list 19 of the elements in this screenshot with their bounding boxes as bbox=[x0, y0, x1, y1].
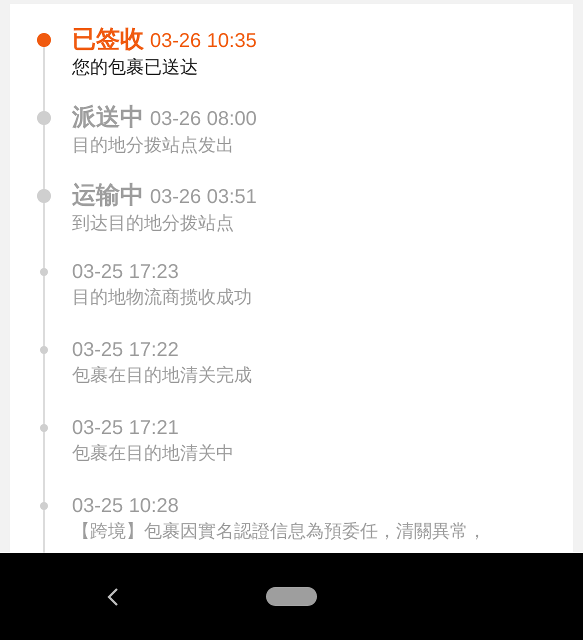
event-status: 派送中 bbox=[72, 103, 144, 133]
event-status: 运输中 bbox=[72, 181, 144, 211]
event-description: 包裹在目的地清关中 bbox=[72, 442, 235, 465]
event-description: 您的包裹已送达 bbox=[72, 56, 199, 79]
back-icon[interactable] bbox=[106, 587, 120, 607]
home-button[interactable] bbox=[266, 587, 317, 606]
event-time: 03-26 03:51 bbox=[150, 185, 257, 210]
event-time: 03-25 17:22 bbox=[72, 338, 179, 363]
event-time: 03-25 17:23 bbox=[72, 260, 179, 285]
event-status: 已签收 bbox=[72, 25, 144, 55]
event-description: 到达目的地分拨站点 bbox=[72, 212, 235, 235]
event-time: 03-25 17:21 bbox=[72, 416, 179, 441]
event-time: 03-26 10:35 bbox=[150, 29, 257, 54]
event-description: 【跨境】包裹因實名認證信息為預委任，清關異常， bbox=[72, 520, 487, 543]
event-description: 包裹在目的地清关完成 bbox=[72, 364, 253, 387]
event-description: 目的地分拨站点发出 bbox=[72, 134, 235, 157]
event-time: 03-26 08:00 bbox=[150, 107, 257, 132]
event-time: 03-25 10:28 bbox=[72, 494, 179, 519]
event-description: 目的地物流商揽收成功 bbox=[72, 286, 253, 309]
